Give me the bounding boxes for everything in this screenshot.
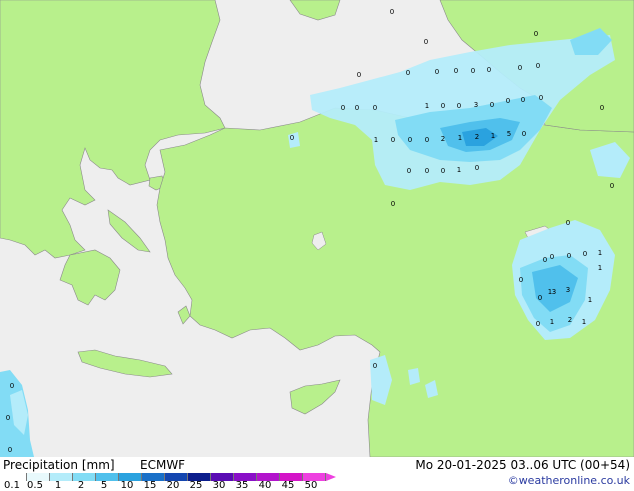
precip-value: 1 [491,132,495,140]
precip-value: 0 [518,64,522,72]
precip-value: 0 [475,164,479,172]
colorbar-label: 2 [77,480,85,491]
colorbar-label: 45 [281,480,295,491]
colorbar-label: 0.1 [4,480,20,491]
precip-value: 0 [10,382,14,390]
precip-value: 1 [458,134,462,142]
precip-value: 0 [407,167,411,175]
precip-value: 0 [435,68,439,76]
precip-value: 3 [474,101,478,109]
precip-value: 0 [536,62,540,70]
model-name: ECMWF [140,458,186,472]
colorbar-label: 5 [100,480,108,491]
precip-value: 0 [543,256,547,264]
precip-value: 0 [424,38,428,46]
precip-value: 0 [600,104,604,112]
precip-value: 0 [490,101,494,109]
legend-title: Precipitation [mm] [3,458,115,472]
legend-footer: Precipitation [mm] ECMWF Mo 20-01-2025 0… [0,457,634,491]
precip-value: 0 [408,136,412,144]
precip-value: 2 [441,135,445,143]
colorbar-labels: 0.1 0.5 1 2 5 10 15 20 25 30 35 40 45 50 [0,480,340,491]
precip-value: 1 [588,296,592,304]
precip-value: 0 [566,219,570,227]
precip-small-1 [408,368,420,385]
precip-value: 0 [290,134,294,142]
precip-value: 0 [8,446,12,454]
colorbar-label: 30 [212,480,226,491]
precip-value: 0 [487,66,491,74]
precip-value: 0 [441,102,445,110]
precip-value: 1 [425,102,429,110]
precip-value: 0 [536,320,540,328]
colorbar-label: 25 [189,480,203,491]
precip-value: 0 [538,294,542,302]
precip-value: 0 [471,67,475,75]
colorbar-label: 35 [235,480,249,491]
colorbar-label: 50 [304,480,318,491]
precipitation-map: 0 0 0 0 0 0 0 0 0 0 0 0 0 0 1 0 0 3 0 0 0 0 1 0 0 0 2 1 2 1 5 0 0 0 0 1 0 0 0 0… [0,0,634,457]
precip-value: 3 [566,286,570,294]
precip-value: 0 [6,414,10,422]
precip-value: 1 [550,318,554,326]
precip-value: 2 [568,316,572,324]
precip-value: 2 [475,133,479,141]
precip-value: 0 [506,97,510,105]
precip-value: 0 [373,362,377,370]
precip-value: 0 [522,130,526,138]
precip-value: 0 [521,96,525,104]
colorbar-label: 10 [120,480,134,491]
precip-value: 0 [425,136,429,144]
precip-value: 0 [390,8,394,16]
precip-value: 0 [341,104,345,112]
map-canvas: 0 0 0 0 0 0 0 0 0 0 0 0 0 0 1 0 0 3 0 0 0 0 1 0 0 0 2 1 2 1 5 0 0 0 0 1 0 0 0 0… [0,0,634,457]
precip-value: 0 [539,94,543,102]
precip-value: 0 [519,276,523,284]
precip-value: 0 [391,136,395,144]
precip-value: 3 [552,288,556,296]
precip-value: 5 [507,130,511,138]
precip-value: 0 [550,253,554,261]
precip-value: 1 [374,136,378,144]
colorbar-label: 20 [166,480,180,491]
colorbar-label: 0.5 [27,480,43,491]
colorbar-label: 15 [143,480,157,491]
precip-value: 0 [567,252,571,260]
precip-value: 1 [457,166,461,174]
valid-time: Mo 20-01-2025 03..06 UTC (00+54) [415,458,630,472]
credit-link[interactable]: ©weatheronline.co.uk [508,474,630,487]
precip-value: 0 [441,167,445,175]
precip-value: 0 [391,200,395,208]
precip-value: 0 [355,104,359,112]
precip-value: 0 [610,182,614,190]
precip-value: 1 [598,249,602,257]
precip-value: 1 [598,264,602,272]
precip-value: 0 [373,104,377,112]
precip-value: 0 [534,30,538,38]
precip-value: 0 [357,71,361,79]
precip-value: 0 [425,167,429,175]
precip-value: 1 [582,318,586,326]
precip-value: 0 [406,69,410,77]
precip-value: 0 [583,250,587,258]
precip-value: 0 [454,67,458,75]
precip-value: 0 [457,102,461,110]
colorbar-label: 40 [258,480,272,491]
colorbar-label: 1 [54,480,62,491]
